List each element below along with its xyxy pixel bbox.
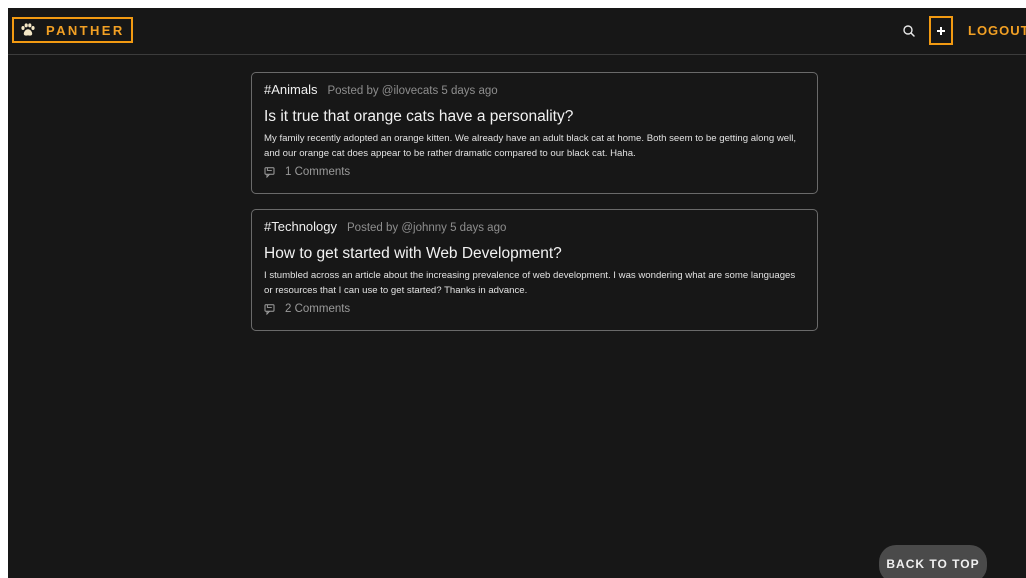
post-feed: #Animals Posted by @ilovecats 5 days ago…	[251, 72, 818, 346]
search-button[interactable]	[901, 23, 917, 39]
search-icon	[903, 25, 915, 37]
new-post-button[interactable]	[929, 16, 953, 45]
logout-button[interactable]: LOGOUT	[968, 23, 1026, 38]
post-category[interactable]: #Animals	[264, 82, 317, 97]
comment-count: 1 Comments	[285, 166, 351, 178]
app-window: PANTHER LOGOUT #Animals Posted by @ilove…	[8, 8, 1026, 578]
comments-link[interactable]: 1 Comments	[264, 166, 805, 178]
paw-icon	[21, 23, 35, 36]
back-to-top-button[interactable]: BACK TO TOP	[879, 545, 987, 578]
post-author-time: Posted by @ilovecats 5 days ago	[327, 85, 498, 97]
post-title[interactable]: Is it true that orange cats have a perso…	[264, 107, 805, 127]
plus-icon	[937, 26, 945, 35]
post-title[interactable]: How to get started with Web Development?	[264, 244, 805, 264]
post-author-time: Posted by @johnny 5 days ago	[347, 222, 507, 234]
post-card-technology[interactable]: #Technology Posted by @johnny 5 days ago…	[251, 209, 818, 331]
comment-icon	[264, 303, 275, 315]
post-meta: #Animals Posted by @ilovecats 5 days ago	[264, 82, 805, 100]
brand-name: PANTHER	[46, 22, 125, 38]
brand-logo-button[interactable]: PANTHER	[12, 17, 133, 43]
comments-link[interactable]: 2 Comments	[264, 303, 805, 315]
post-meta: #Technology Posted by @johnny 5 days ago	[264, 219, 805, 237]
comment-count: 2 Comments	[285, 303, 351, 315]
post-body: I stumbled across an article about the i…	[264, 270, 796, 296]
navbar: PANTHER LOGOUT	[8, 8, 1026, 55]
post-body: My family recently adopted an orange kit…	[264, 133, 797, 159]
comment-icon	[264, 166, 275, 178]
post-card-animals[interactable]: #Animals Posted by @ilovecats 5 days ago…	[251, 72, 818, 194]
post-category[interactable]: #Technology	[264, 219, 337, 234]
